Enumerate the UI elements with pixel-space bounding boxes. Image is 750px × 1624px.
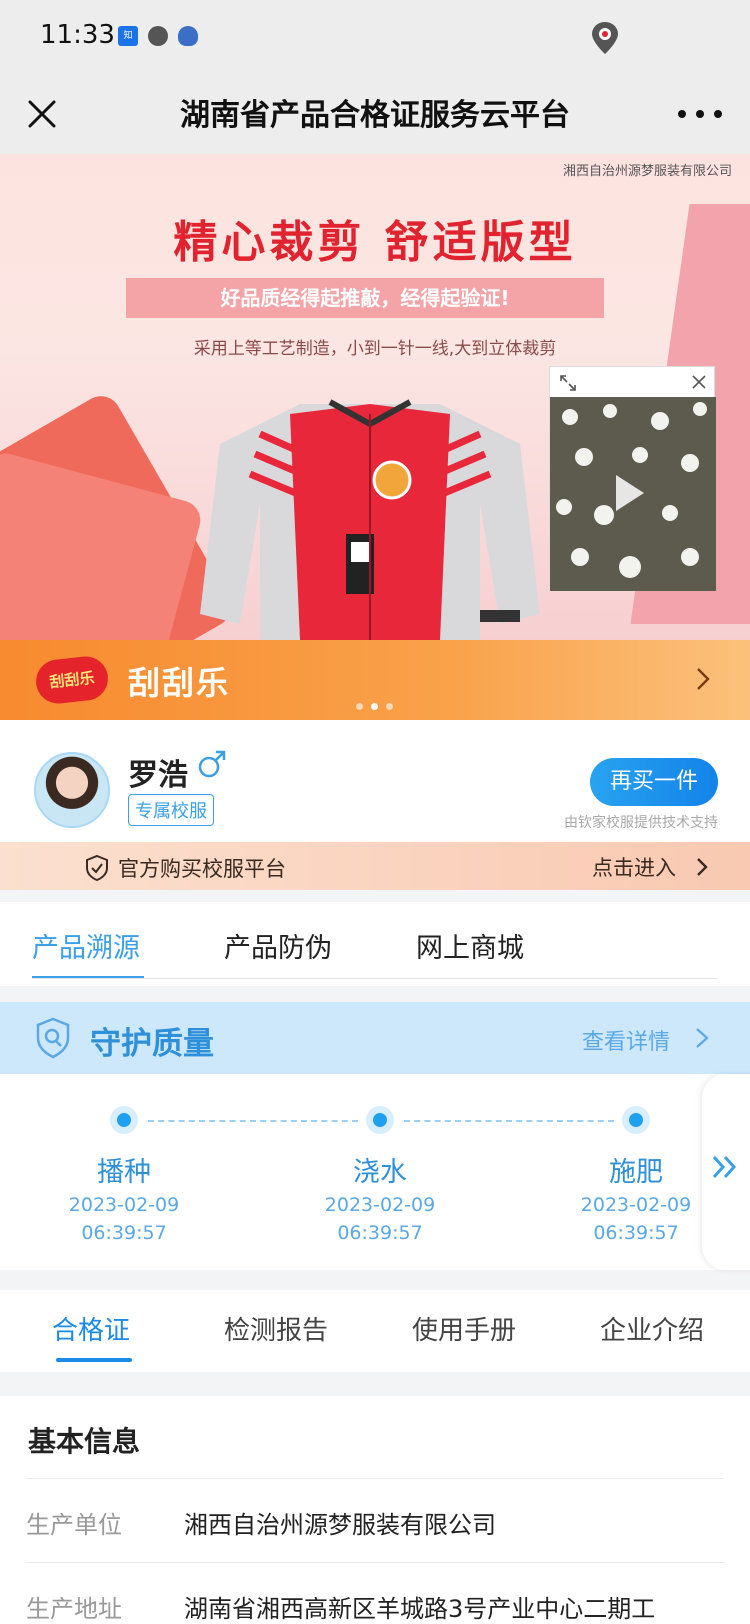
timeline-expand-button[interactable] xyxy=(702,1074,750,1270)
step-date: 2023-02-09 xyxy=(68,1194,180,1216)
banner-decoration xyxy=(0,449,205,640)
product-banner[interactable]: 湘西自治州源梦服装有限公司 精心裁剪 舒适版型 好品质经得起推敲，经得起验证! … xyxy=(0,154,750,640)
zhihu-app-icon: 知 xyxy=(118,26,138,46)
shield-check-icon xyxy=(86,854,108,882)
timeline-dot xyxy=(366,1106,394,1134)
step-name: 浇水 xyxy=(353,1157,407,1188)
top-tab-bar: 产品溯源 产品防伪 网上商城 xyxy=(0,902,750,986)
tab-product-trace[interactable]: 产品溯源 xyxy=(32,926,140,965)
banner-company: 湘西自治州源梦服装有限公司 xyxy=(562,164,732,179)
expand-icon[interactable] xyxy=(558,373,578,393)
info-value: 湘西自治州源梦服装有限公司 xyxy=(184,1511,496,1539)
step-name: 施肥 xyxy=(609,1157,663,1188)
chevron-right-icon[interactable] xyxy=(692,1026,712,1050)
info-key: 生产单位 xyxy=(26,1511,122,1539)
view-details-link[interactable]: 查看详情 xyxy=(582,1024,670,1056)
exclusive-uniform-tag: 专属校服 xyxy=(128,794,214,826)
scratch-card-logo: 刮刮乐 xyxy=(33,654,111,706)
info-key: 生产地址 xyxy=(26,1595,122,1623)
timeline-dot xyxy=(110,1106,138,1134)
tech-support-note: 由钦家校服提供技术支持 xyxy=(564,815,718,831)
banner-slogan: 精心裁剪 舒适版型 xyxy=(173,217,577,268)
timeline-dot xyxy=(622,1106,650,1134)
double-chevron-right-icon[interactable] xyxy=(710,1152,740,1182)
shield-search-icon xyxy=(36,1017,70,1059)
scratch-card-label: 刮刮乐 xyxy=(128,664,231,702)
detail-tab-bar: 合格证 检测报告 使用手册 企业介绍 xyxy=(0,1290,750,1372)
play-icon[interactable] xyxy=(616,475,644,511)
owner-name: 罗浩 xyxy=(128,758,188,793)
tab-online-store[interactable]: 网上商城 xyxy=(416,926,524,965)
info-row: 生产单位 湘西自治州源梦服装有限公司 xyxy=(26,1478,724,1562)
step-time: 06:39:57 xyxy=(337,1222,423,1244)
trace-timeline: 播种 2023-02-09 06:39:57 浇水 2023-02-09 06:… xyxy=(0,1074,750,1270)
official-purchase-bar[interactable]: 官方购买校服平台 点击进入 xyxy=(0,842,750,890)
more-menu-icon[interactable] xyxy=(678,104,722,124)
timeline-connector xyxy=(148,1120,358,1122)
banner-tagline: 好品质经得起推敲，经得起验证! xyxy=(126,278,604,318)
school-uniform-jacket-image xyxy=(200,399,540,640)
chevron-right-icon[interactable] xyxy=(692,856,712,878)
owner-profile-card: 罗浩 专属校服 再买一件 由钦家校服提供技术支持 xyxy=(0,720,750,842)
page-title: 湖南省产品合格证服务云平台 xyxy=(180,98,570,133)
timeline-step[interactable]: 施肥 2023-02-09 06:39:57 xyxy=(561,1150,711,1245)
step-name: 播种 xyxy=(97,1157,151,1188)
male-gender-icon xyxy=(198,750,226,778)
basic-info-heading: 基本信息 xyxy=(28,1425,141,1458)
scratch-card-promo[interactable]: 刮刮乐 刮刮乐 xyxy=(0,640,750,720)
chevron-right-icon[interactable] xyxy=(690,666,716,692)
step-time: 06:39:57 xyxy=(81,1222,167,1244)
tab-test-report[interactable]: 检测报告 xyxy=(224,1310,328,1347)
buy-again-button[interactable]: 再买一件 xyxy=(590,758,718,806)
close-video-icon[interactable] xyxy=(690,373,708,391)
avatar xyxy=(34,752,110,828)
cotton-field-video[interactable] xyxy=(550,397,716,591)
banner-subline: 采用上等工艺制造，小到一针一线,大到立体裁剪 xyxy=(193,339,557,359)
video-player-popup[interactable] xyxy=(549,366,716,591)
status-time: 11:33 xyxy=(40,20,115,50)
location-pin-icon xyxy=(592,22,618,54)
active-tab-underline xyxy=(56,1358,132,1362)
quality-guard-bar[interactable]: 守护质量 查看详情 xyxy=(0,1002,750,1074)
timeline-step[interactable]: 播种 2023-02-09 06:39:57 xyxy=(49,1150,199,1245)
status-notification-icons: 知 xyxy=(118,26,198,46)
tab-divider xyxy=(32,978,718,979)
info-value: 湖南省湘西高新区羊城路3号产业中心二期工 xyxy=(184,1595,656,1623)
nav-bar: 湖南省产品合格证服务云平台 xyxy=(0,76,750,154)
tab-certificate[interactable]: 合格证 xyxy=(52,1310,130,1347)
info-row: 生产地址 湖南省湘西高新区羊城路3号产业中心二期工 xyxy=(26,1562,724,1624)
cat-app-icon xyxy=(178,26,198,46)
chat-bubble-icon xyxy=(148,26,168,46)
active-tab-underline xyxy=(32,976,144,978)
carousel-dots xyxy=(356,703,393,710)
tab-company-intro[interactable]: 企业介绍 xyxy=(600,1310,704,1347)
basic-info-section: 基本信息 生产单位 湘西自治州源梦服装有限公司 生产地址 湖南省湘西高新区羊城路… xyxy=(0,1396,750,1624)
status-bar: 11:33 知 xyxy=(0,0,750,76)
timeline-step[interactable]: 浇水 2023-02-09 06:39:57 xyxy=(305,1150,455,1245)
step-date: 2023-02-09 xyxy=(580,1194,692,1216)
click-enter-link[interactable]: 点击进入 xyxy=(592,852,676,882)
step-time: 06:39:57 xyxy=(593,1222,679,1244)
step-date: 2023-02-09 xyxy=(324,1194,436,1216)
quality-title: 守护质量 xyxy=(90,1026,214,1062)
tab-user-manual[interactable]: 使用手册 xyxy=(412,1310,516,1347)
official-purchase-text: 官方购买校服平台 xyxy=(118,857,286,881)
timeline-connector xyxy=(404,1120,614,1122)
tab-anti-counterfeit[interactable]: 产品防伪 xyxy=(224,926,332,965)
